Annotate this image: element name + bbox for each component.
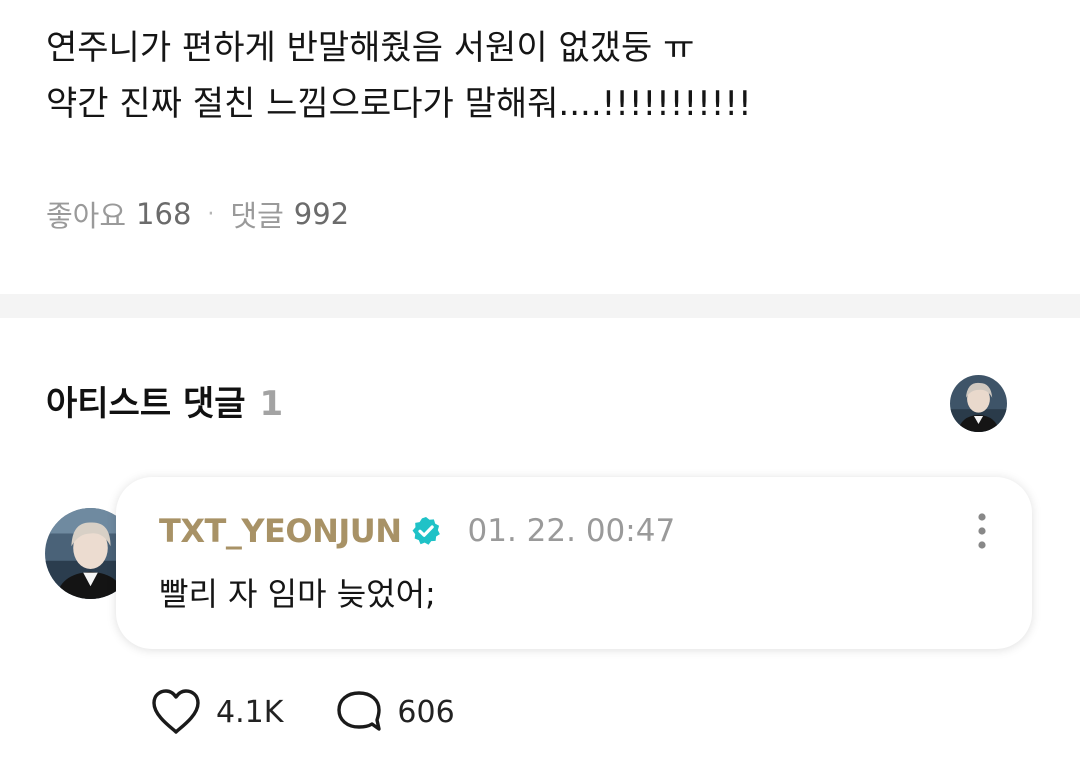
likes-count[interactable]: 168: [136, 197, 191, 231]
comments-count[interactable]: 992: [294, 197, 349, 231]
post-line-2: 약간 진짜 절친 느낌으로다가 말해줘....!!!!!!!!!!!: [46, 84, 752, 124]
comments-label[interactable]: 댓글: [230, 193, 283, 235]
artist-comments-count: 1: [259, 384, 284, 424]
artist-avatar-small[interactable]: [950, 375, 1007, 432]
like-button[interactable]: 4.1K: [150, 688, 283, 736]
section-divider: [0, 294, 1080, 318]
artist-comments-header: 아티스트 댓글 1: [46, 376, 283, 425]
post-line-1: 연주니가 편하게 반말해줬음 서원이 없갰둥 ㅠ: [46, 28, 695, 68]
post-body: 연주니가 편하게 반말해줬음 서원이 없갰둥 ㅠ 약간 진짜 절친 느낌으로다가…: [46, 20, 1036, 132]
comment-header: TXT_YEONJUN 01. 22. 00:47: [159, 512, 675, 550]
comment-author[interactable]: TXT_YEONJUN: [159, 512, 402, 550]
likes-label[interactable]: 좋아요: [46, 193, 126, 235]
comment-text: 빨리 자 임마 늦었어;: [159, 575, 436, 613]
comment-actions: 4.1K 606: [150, 688, 455, 736]
reply-count: 606: [397, 694, 455, 730]
verified-badge-icon: [410, 515, 442, 547]
artist-comment-card: TXT_YEONJUN 01. 22. 00:47 빨리 자 임마 늦었어;: [116, 477, 1032, 649]
more-vertical-icon[interactable]: [972, 511, 992, 551]
heart-icon: [152, 689, 200, 734]
stats-separator: ·: [207, 201, 215, 227]
speech-bubble-icon: [337, 691, 382, 731]
artist-comments-title: 아티스트 댓글: [46, 384, 246, 424]
comment-timestamp: 01. 22. 00:47: [467, 513, 676, 549]
post-stats: 좋아요 168 · 댓글 992: [46, 193, 349, 235]
like-count: 4.1K: [216, 694, 284, 730]
reply-button[interactable]: 606: [335, 689, 455, 735]
